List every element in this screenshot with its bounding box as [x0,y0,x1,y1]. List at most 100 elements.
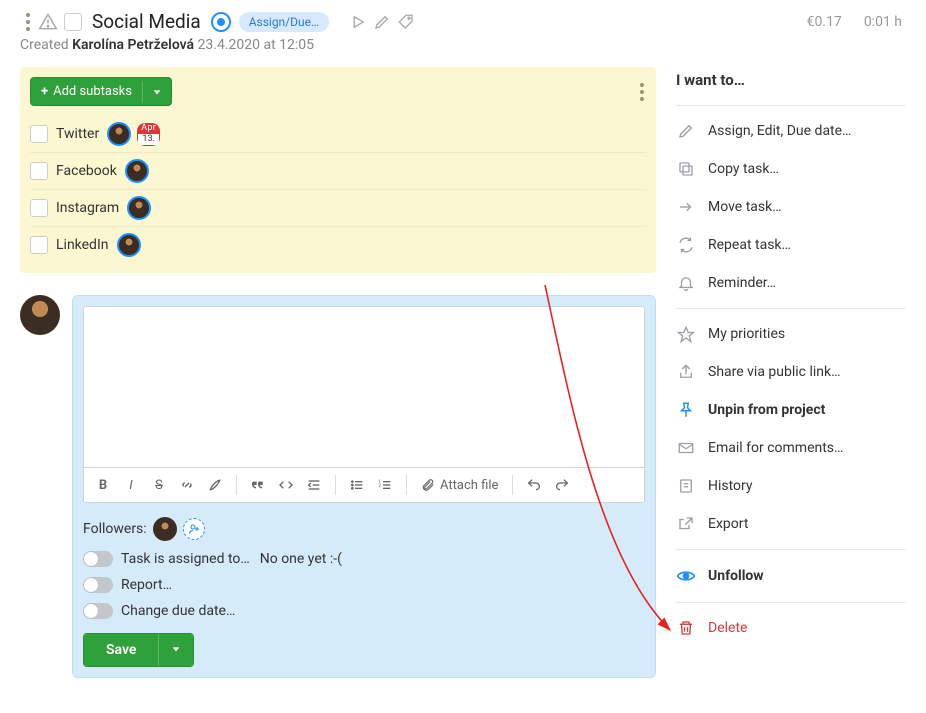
undo-icon[interactable] [521,472,547,498]
plus-icon [41,84,48,99]
add-subtasks-button[interactable]: Add subtasks [30,77,172,106]
subtasks-panel: Add subtasks Twitter Apr 13. [20,67,656,273]
export-icon [676,515,696,533]
repeat-icon [676,236,696,254]
warning-triangle-icon[interactable] [38,12,58,32]
current-user-avatar-icon [20,295,60,335]
ordered-list-icon[interactable]: 12 [372,472,398,498]
star-icon [676,325,696,343]
copy-icon [676,160,696,178]
sidebar-item-share[interactable]: Share via public link… [676,353,906,391]
assignee-avatar-icon[interactable] [107,122,131,146]
share-icon [676,363,696,381]
subtask-title: LinkedIn [56,237,109,253]
save-caret[interactable] [158,634,193,666]
subtask-row[interactable]: Instagram [30,189,646,226]
italic-icon[interactable]: I [118,472,144,498]
link-icon[interactable] [174,472,200,498]
task-title: Social Media [92,10,201,33]
sidebar: I want to… Assign, Edit, Due date… Copy … [676,67,906,647]
report-toggle[interactable] [83,577,113,593]
eye-icon [676,566,696,586]
assign-value: No one yet :-( [260,551,342,567]
attach-file-button[interactable]: Attach file [415,478,504,493]
outdent-icon[interactable] [301,472,327,498]
assignee-avatar-icon[interactable] [125,159,149,183]
created-prefix: Created [20,37,69,53]
sidebar-item-repeat[interactable]: Repeat task… [676,226,906,264]
followers-row: Followers: [83,517,645,541]
pencil-icon [676,122,696,140]
tag-icon[interactable] [397,13,415,31]
subtasks-more-icon[interactable] [634,81,646,103]
code-icon[interactable] [273,472,299,498]
add-subtasks-label: Add subtasks [53,84,132,99]
task-checkbox[interactable] [64,13,82,31]
subtask-title: Instagram [56,200,119,216]
assign-label: Task is assigned to… [121,551,250,567]
created-timestamp: 23.4.2020 at 12:05 [198,37,314,53]
assign-due-badge[interactable]: Assign/Due… [239,12,329,32]
assignee-avatar-icon[interactable] [127,196,151,220]
sidebar-item-email[interactable]: Email for comments… [676,429,906,467]
due-toggle[interactable] [83,603,113,619]
save-button[interactable]: Save [83,633,194,667]
cost-value: €0.17 [807,14,842,30]
assign-toggle[interactable] [83,551,113,567]
brush-icon[interactable] [202,472,228,498]
save-label: Save [84,634,158,666]
sidebar-item-unpin[interactable]: Unpin from project [676,391,906,429]
bell-icon [676,274,696,292]
sidebar-item-reminder[interactable]: Reminder… [676,264,906,302]
header-bar: Social Media Assign/Due… €0.17 0:01 h [0,0,926,37]
report-label: Report… [121,577,172,593]
email-icon [676,439,696,457]
sidebar-item-move[interactable]: Move task… [676,188,906,226]
followers-label: Followers: [83,521,147,537]
subtask-checkbox[interactable] [30,162,48,180]
sidebar-item-delete[interactable]: Delete [676,609,906,647]
time-value: 0:01 h [864,14,902,30]
due-date-badge[interactable]: Apr 13. [137,123,160,146]
svg-text:2: 2 [378,483,381,489]
sidebar-item-priorities[interactable]: My priorities [676,315,906,353]
pin-icon [676,401,696,419]
subtask-checkbox[interactable] [30,236,48,254]
subtask-checkbox[interactable] [30,199,48,217]
attach-label: Attach file [440,478,498,493]
history-icon [676,477,696,495]
subtask-row[interactable]: LinkedIn [30,226,646,263]
play-icon[interactable] [349,13,367,31]
add-subtasks-caret[interactable] [142,81,171,103]
assignee-avatar-icon[interactable] [117,233,141,257]
quote-icon[interactable] [245,472,271,498]
follower-avatar-icon[interactable] [153,517,177,541]
toggle-assign-row: Task is assigned to… No one yet :-( [83,551,645,567]
trash-icon [676,619,696,637]
header-more-icon[interactable] [20,11,32,33]
redo-icon[interactable] [549,472,575,498]
strikethrough-icon[interactable]: S [146,472,172,498]
unordered-list-icon[interactable] [344,472,370,498]
paperclip-icon [421,478,435,492]
sidebar-item-unfollow[interactable]: Unfollow [676,556,906,596]
subtask-row[interactable]: Facebook [30,152,646,189]
follow-indicator-icon[interactable] [211,12,231,32]
subtask-checkbox[interactable] [30,125,48,143]
created-row: Created Karolína Petrželová 23.4.2020 at… [0,37,926,67]
bold-icon[interactable]: B [90,472,116,498]
add-follower-button[interactable] [183,518,205,540]
comment-textarea[interactable] [83,306,645,468]
sidebar-item-history[interactable]: History [676,467,906,505]
toggle-due-row: Change due date… [83,603,645,619]
pencil-edit-icon[interactable] [373,13,391,31]
due-label: Change due date… [121,603,235,619]
arrow-right-icon [676,198,696,216]
sidebar-item-assign[interactable]: Assign, Edit, Due date… [676,112,906,150]
subtask-row[interactable]: Twitter Apr 13. [30,116,646,152]
sidebar-item-export[interactable]: Export [676,505,906,543]
sidebar-item-copy[interactable]: Copy task… [676,150,906,188]
toggle-report-row: Report… [83,577,645,593]
editor-toolbar: B I S [83,468,645,503]
header-left: Social Media Assign/Due… [20,10,415,33]
